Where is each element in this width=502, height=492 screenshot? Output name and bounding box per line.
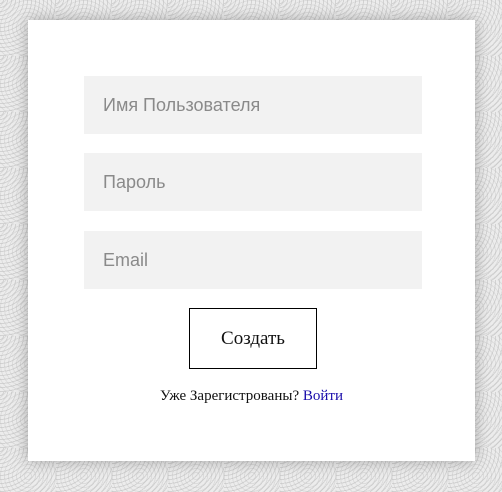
registration-card: Создать Уже Зарегистрованы? Войти bbox=[28, 20, 475, 461]
username-input[interactable] bbox=[84, 76, 422, 134]
login-link[interactable]: Войти bbox=[303, 388, 343, 404]
create-account-button[interactable]: Создать bbox=[189, 308, 317, 369]
email-input[interactable] bbox=[84, 231, 422, 289]
already-registered-line: Уже Зарегистрованы? Войти bbox=[28, 388, 475, 405]
password-input[interactable] bbox=[84, 153, 422, 211]
already-registered-text: Уже Зарегистрованы? bbox=[160, 388, 300, 404]
